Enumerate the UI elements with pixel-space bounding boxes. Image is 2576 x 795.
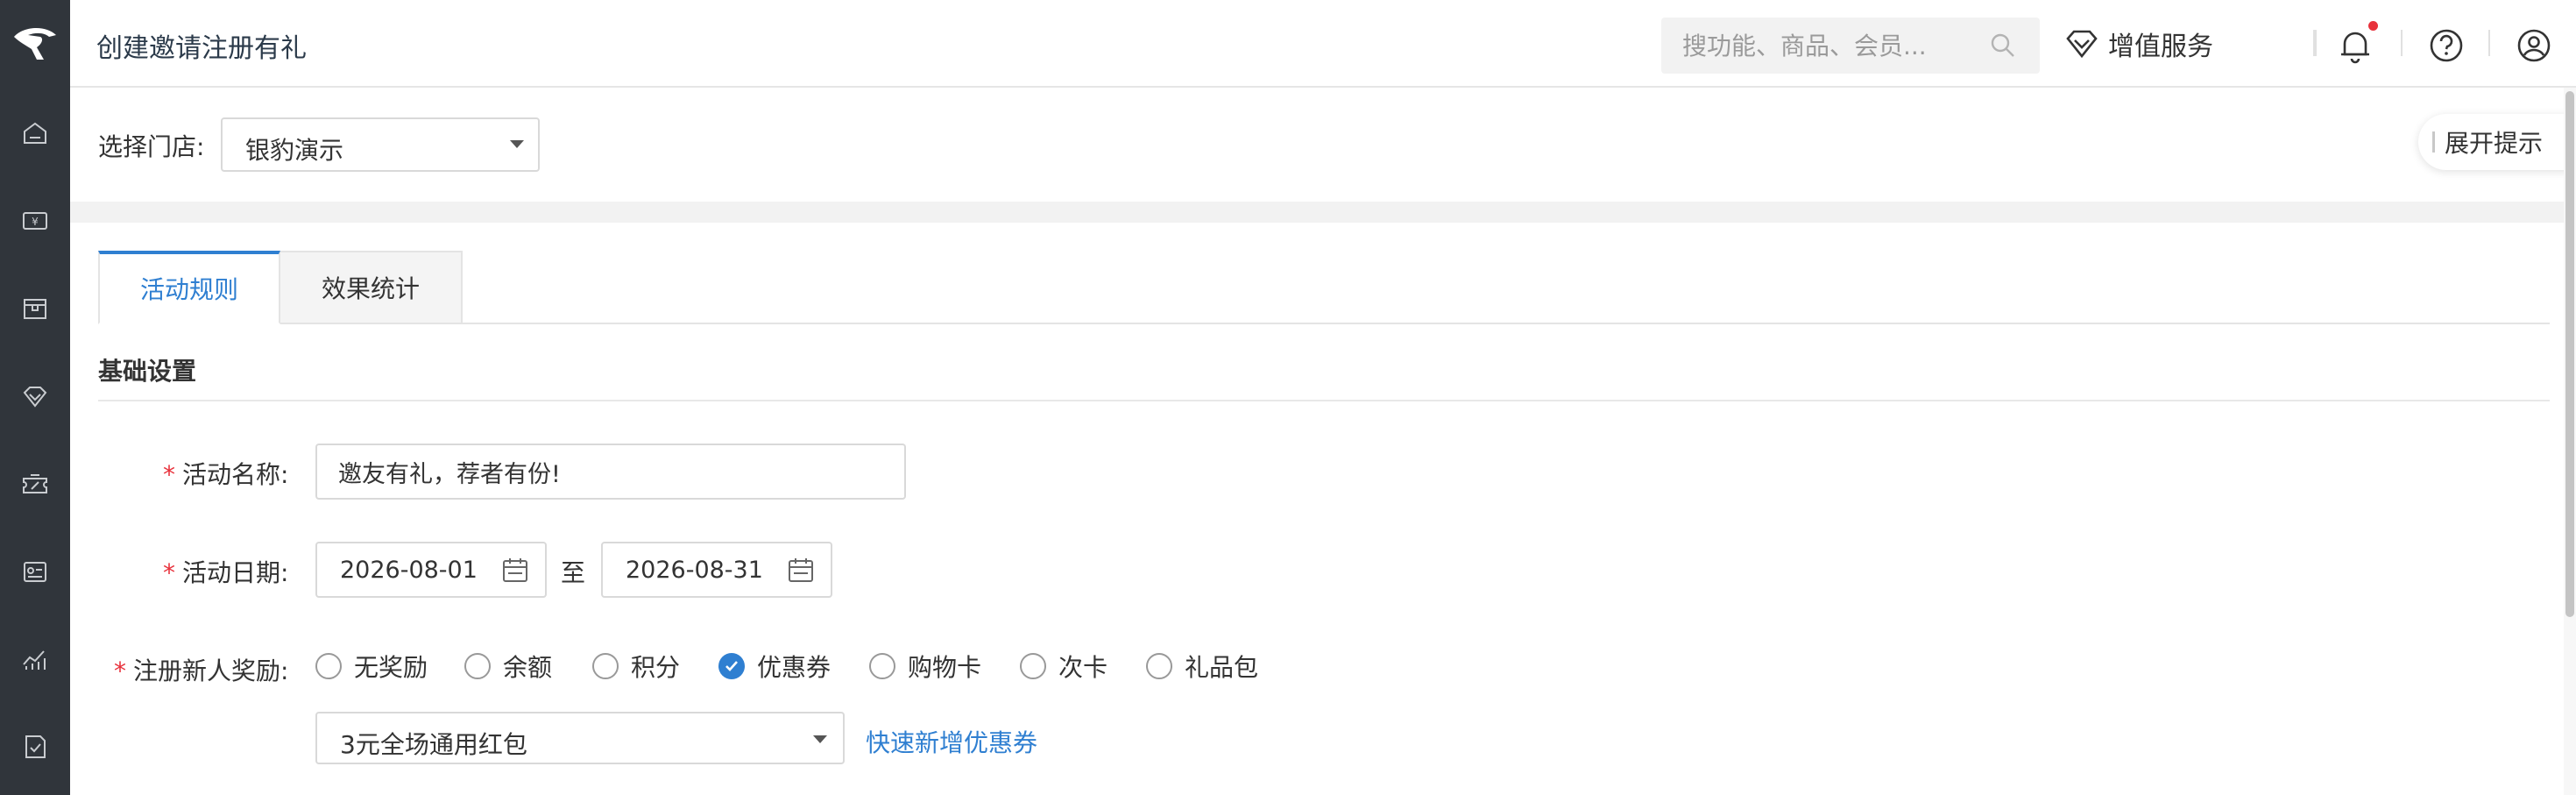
required-mark: * [114,657,126,685]
radio-no-reward[interactable]: 无奖励 [315,649,428,684]
member-card-icon[interactable] [0,545,70,598]
coupon-select[interactable]: 3元全场通用红包 [315,712,845,764]
svg-text:¥: ¥ [32,216,39,228]
diamond-icon [2066,30,2098,59]
leopard-logo-icon[interactable] [0,0,70,88]
radio-circle-icon [315,653,342,679]
section-underline [98,400,2550,401]
radio-circle-icon [464,653,491,679]
global-search-input[interactable] [1682,30,1980,61]
chevron-down-icon [813,735,827,743]
activity-name-label: * 活动名称: [163,460,289,489]
value-added-services-label: 增值服务 [2108,32,2213,62]
header-divider [2401,30,2403,56]
cashier-icon[interactable]: ¥ [0,195,70,247]
analytics-chart-icon[interactable] [0,633,70,685]
report-doc-icon[interactable] [0,720,70,773]
radio-balance[interactable]: 余额 [464,649,552,684]
page-scrollbar-thumb[interactable] [2565,91,2574,617]
tip-handle-icon [2432,131,2435,153]
diamond-icon[interactable] [0,370,70,422]
section-divider-band [70,202,2576,223]
tab-activity-rules[interactable]: 活动规则 [98,251,280,324]
date-range-separator: 至 [561,558,586,587]
radio-points[interactable]: 积分 [592,649,680,684]
store-select[interactable]: 银豹演示 [221,117,540,172]
radio-shopping-card[interactable]: 购物卡 [869,649,981,684]
calendar-icon [503,558,527,582]
home-icon[interactable] [0,107,70,160]
left-nav-rail: ¥ [0,0,70,795]
radio-gift-pack[interactable]: 礼品包 [1146,649,1258,684]
notification-bell-icon[interactable] [2338,26,2373,68]
global-search-box[interactable] [1661,18,2040,74]
coupon-select-value: 3元全场通用红包 [340,730,527,759]
radio-times-card[interactable]: 次卡 [1020,649,1108,684]
store-select-value: 银豹演示 [245,136,344,165]
tab-effect-statistics[interactable]: 效果统计 [279,251,463,324]
required-mark: * [163,460,175,489]
end-date-picker[interactable]: 2026-08-31 [601,542,832,598]
radio-circle-icon [869,653,895,679]
start-date-value: 2026-08-01 [340,557,478,584]
radio-coupon[interactable]: 优惠券 [718,649,831,684]
calendar-icon [789,558,813,582]
expand-tips-label: 展开提示 [2445,129,2544,158]
section-title-basic-settings: 基础设置 [98,357,197,386]
goods-box-icon[interactable] [0,282,70,335]
expand-tips-button[interactable]: 展开提示 [2418,114,2576,170]
required-mark: * [163,558,175,587]
search-icon[interactable] [1989,32,2017,60]
radio-circle-icon [592,653,619,679]
activity-name-input[interactable] [315,444,906,500]
header-divider [2488,30,2490,56]
store-select-label: 选择门店: [98,132,205,161]
tabs-baseline [98,323,2550,324]
user-account-icon[interactable] [2516,28,2551,67]
value-added-services-button[interactable]: 增值服务 [2064,16,2213,72]
new-user-reward-label: * 注册新人奖励: [114,657,289,685]
page-title: 创建邀请注册有礼 [96,33,307,64]
end-date-value: 2026-08-31 [626,557,763,584]
notification-badge-dot [2368,21,2378,31]
start-date-picker[interactable]: 2026-08-01 [315,542,547,598]
help-icon[interactable] [2429,28,2464,67]
header-divider [2315,30,2317,56]
marketing-coupon-icon[interactable] [0,458,70,510]
quick-add-coupon-link[interactable]: 快速新增优惠券 [866,724,1037,759]
radio-circle-icon [1020,653,1046,679]
activity-date-label: * 活动日期: [163,558,289,587]
checkmark-icon [718,653,745,679]
chevron-down-icon [510,140,524,148]
radio-circle-icon [1146,653,1172,679]
